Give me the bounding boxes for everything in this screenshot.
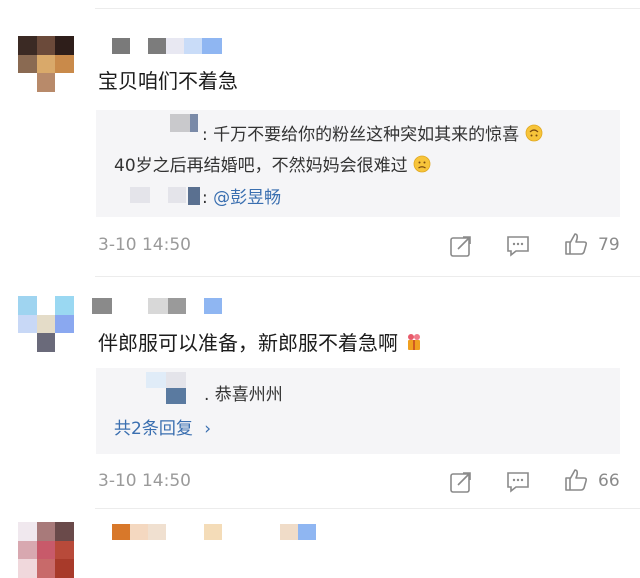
reply-preview-text: . 恭喜州州 bbox=[204, 385, 283, 405]
top-divider bbox=[95, 8, 640, 9]
timestamp: 3-10 14:50 bbox=[98, 471, 191, 491]
like-count: 79 bbox=[598, 235, 620, 255]
chevron-right-icon: › bbox=[204, 419, 212, 439]
reply-preview-box[interactable]: . 恭喜州州 共2条回复 › bbox=[96, 368, 620, 454]
quoted-comment[interactable]: : 千万不要给你的粉丝这种突如其来的惊喜 40岁之后再结婚吧，不然妈妈会很难过 … bbox=[96, 110, 620, 217]
quote-line-2: 40岁之后再结婚吧，不然妈妈会很难过 bbox=[114, 151, 431, 176]
avatar[interactable] bbox=[18, 36, 74, 92]
comment-text: 宝贝咱们不着急 bbox=[98, 69, 238, 93]
gift-bouquet-icon bbox=[404, 332, 424, 352]
share-icon[interactable] bbox=[448, 233, 474, 259]
avatar[interactable] bbox=[18, 296, 74, 352]
share-icon[interactable] bbox=[448, 469, 474, 495]
like-count: 66 bbox=[598, 471, 620, 491]
comment-icon[interactable] bbox=[505, 233, 531, 259]
quote-mention-line: : @彭昱畅 bbox=[202, 188, 282, 208]
comment-icon[interactable] bbox=[505, 469, 531, 495]
thumbs-up-icon[interactable] bbox=[563, 231, 589, 257]
timestamp: 3-10 14:50 bbox=[98, 235, 191, 255]
comment-divider bbox=[95, 508, 640, 509]
sad-face-icon bbox=[413, 155, 431, 173]
comment-divider bbox=[95, 276, 640, 277]
thumbs-up-icon[interactable] bbox=[563, 467, 589, 493]
upside-down-face-icon bbox=[525, 124, 543, 142]
avatar[interactable] bbox=[18, 522, 74, 578]
more-replies-link[interactable]: 共2条回复 › bbox=[114, 414, 211, 439]
mention-link[interactable]: @彭昱畅 bbox=[213, 188, 281, 208]
comment-text: 伴郎服可以准备，新郎服不着急啊 bbox=[98, 327, 424, 356]
quote-line-1: : 千万不要给你的粉丝这种突如其来的惊喜 bbox=[202, 120, 543, 145]
